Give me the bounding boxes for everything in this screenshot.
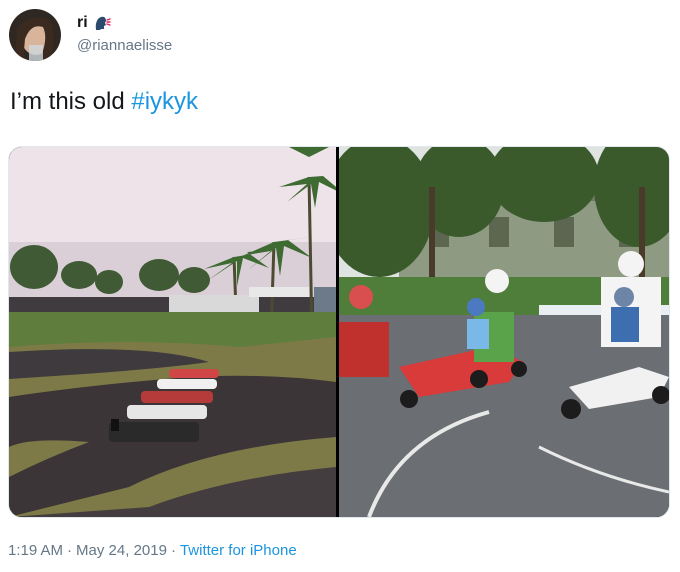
speaking-head-emoji-icon — [95, 16, 111, 30]
hashtag-link[interactable]: #iykyk — [131, 88, 198, 115]
author-handle[interactable]: @riannaelisse — [77, 37, 172, 54]
tweet-meta: 1:19 AM · May 24, 2019 · Twitter for iPhone — [8, 542, 297, 559]
avatar-image — [9, 9, 61, 61]
adults-racing-go-karts-photo[interactable] — [324, 147, 669, 517]
meta-separator: · — [67, 542, 73, 559]
tweet-time[interactable]: 1:19 AM — [8, 542, 63, 559]
media-grid — [8, 146, 670, 518]
display-name[interactable]: ri — [77, 14, 88, 32]
tweet-text-body: I’m this old — [10, 88, 132, 115]
tweet-date[interactable]: May 24, 2019 — [76, 542, 167, 559]
meta-separator-2: · — [170, 542, 176, 559]
avatar[interactable] — [9, 9, 61, 61]
tweet-text: I’m this old #iykyk — [10, 86, 198, 118]
go-kart-track-photo[interactable] — [9, 147, 347, 517]
author-name-row: ri — [77, 14, 111, 32]
tweet-source-link[interactable]: Twitter for iPhone — [180, 542, 297, 559]
